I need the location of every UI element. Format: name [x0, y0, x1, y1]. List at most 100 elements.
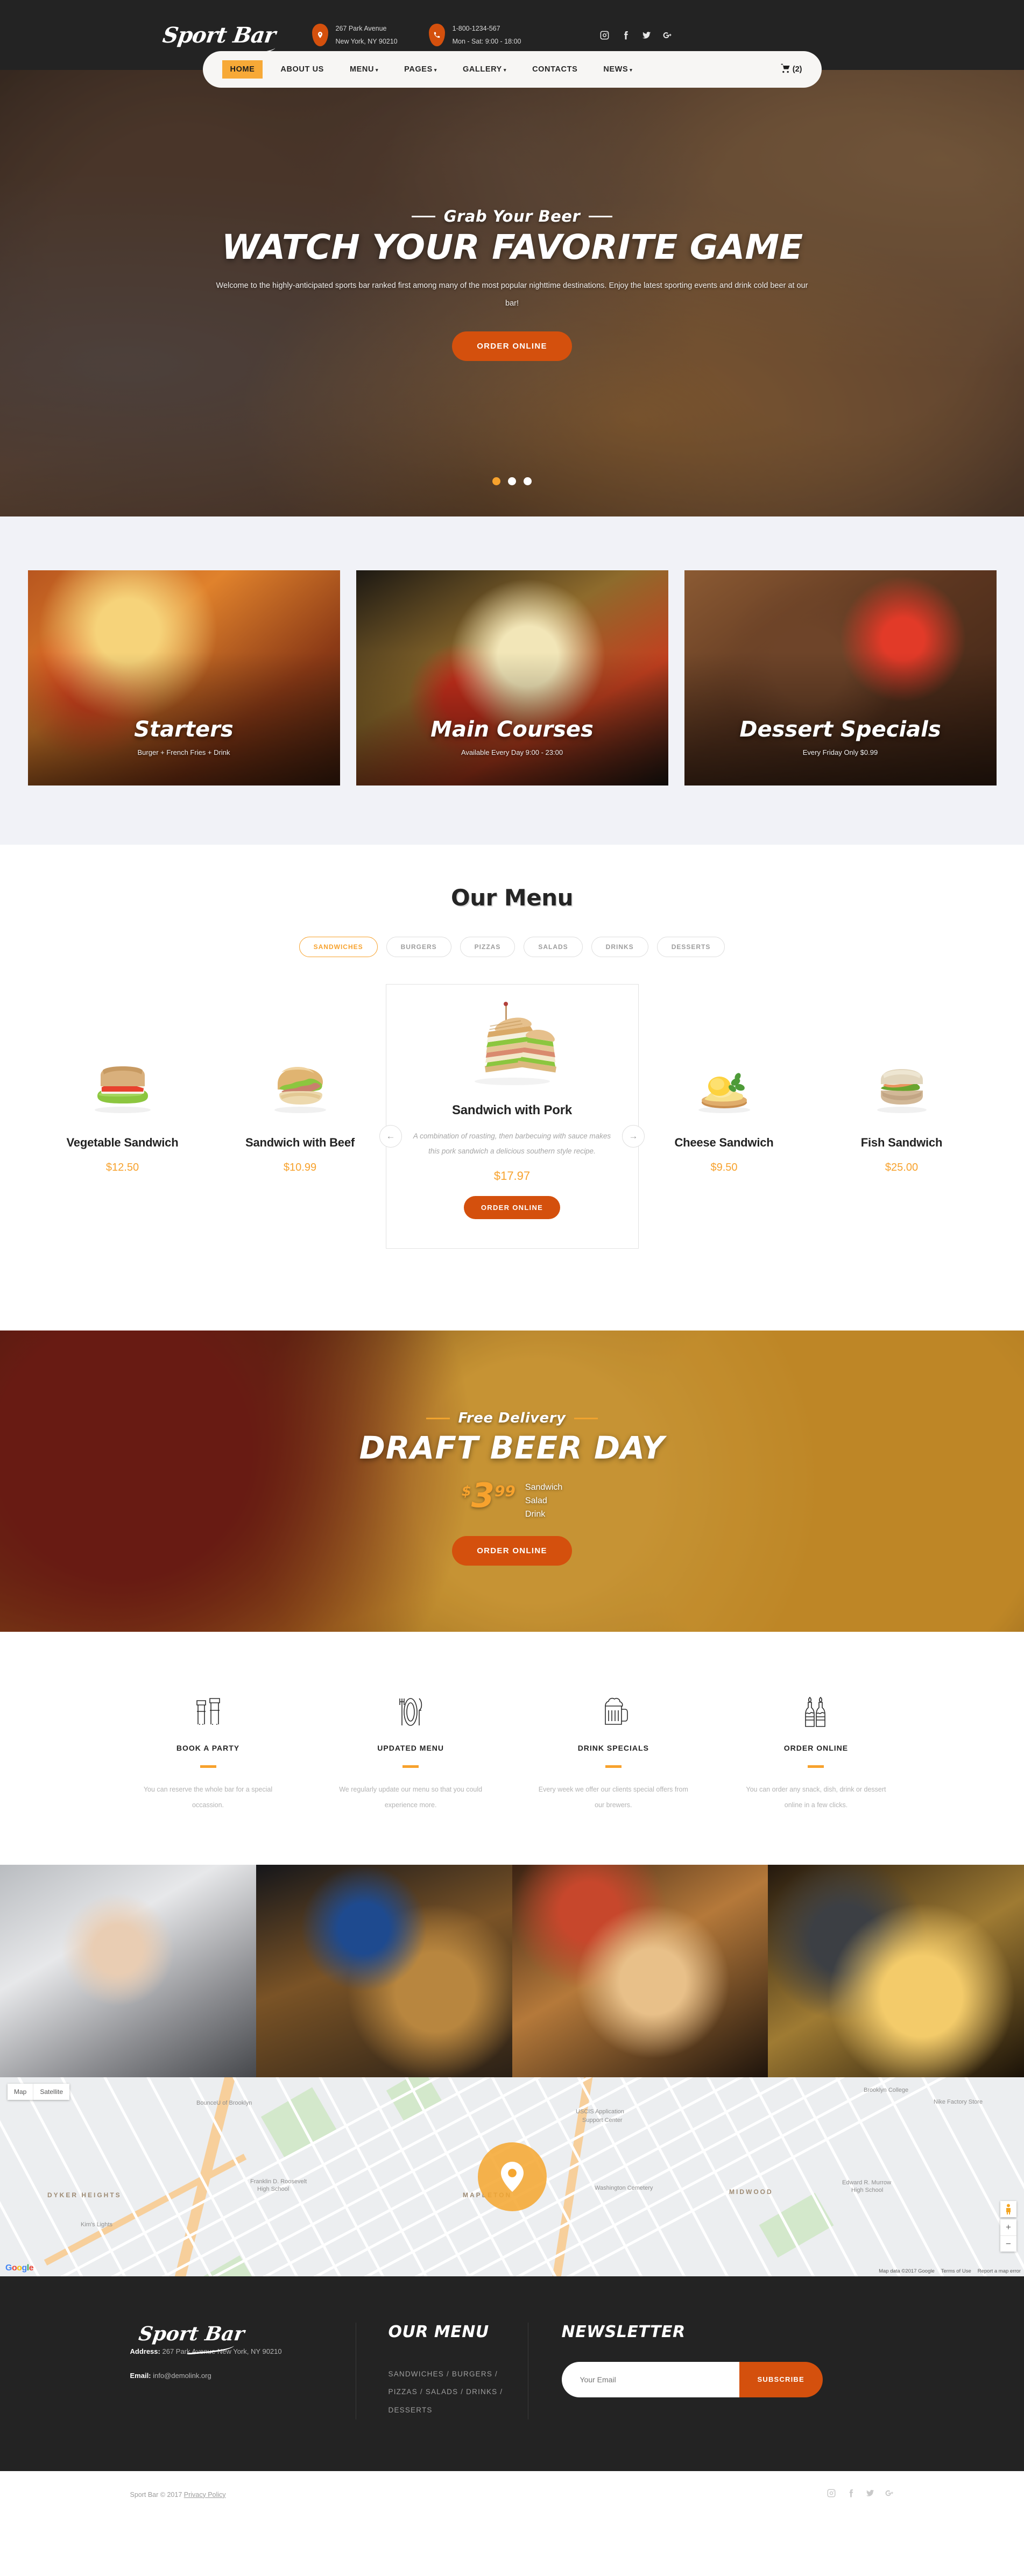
footer-link-burgers[interactable]: BURGERS — [452, 2370, 492, 2378]
nav-list: HOME ABOUT US MENU▾ PAGES▾ GALLERY▾ CONT… — [222, 60, 651, 79]
footer-link-salads[interactable]: SALADS — [426, 2388, 458, 2396]
footer-link-pizzas[interactable]: PIZZAS — [389, 2388, 418, 2396]
nav-item-home[interactable]: HOME — [222, 60, 273, 79]
address-line-1: 267 Park Avenue — [336, 25, 387, 32]
map-zoom-in-button[interactable]: + — [1000, 2219, 1016, 2235]
cart-button[interactable]: (2) — [780, 63, 802, 76]
header-address: 267 Park Avenue New York, NY 90210 — [312, 22, 398, 48]
nav-item-gallery[interactable]: GALLERY▾ — [455, 60, 524, 79]
footer-link-sandwiches[interactable]: SANDWICHES — [389, 2370, 444, 2378]
gallery-item-restaurant-interior[interactable] — [256, 1865, 512, 2077]
category-subtitle: Every Friday Only $0.99 — [803, 748, 878, 756]
map-type-toggle[interactable]: Map Satellite — [8, 2084, 69, 2100]
menu-item-featured[interactable]: Sandwich with Pork A combination of roas… — [386, 984, 639, 1249]
hero-eyebrow: Grab Your Beer — [412, 207, 613, 225]
map-poi-label: Edward R. Murrow — [842, 2179, 891, 2186]
feature-divider — [808, 1765, 824, 1768]
tab-sandwiches[interactable]: SANDWICHES — [299, 937, 378, 957]
bottles-icon — [738, 1690, 894, 1729]
tab-salads[interactable]: SALADS — [524, 937, 582, 957]
hero-slider: Grab Your Beer WATCH YOUR FAVORITE GAME … — [0, 70, 1024, 516]
footer-logo[interactable]: Sport Bar — [137, 2323, 246, 2345]
nav-item-news[interactable]: NEWS▾ — [595, 60, 650, 79]
carousel-next-button[interactable]: → — [622, 1125, 645, 1148]
map-poi-label: Nike Factory Store — [934, 2099, 983, 2105]
category-card-dessert-specials[interactable]: Dessert Specials Every Friday Only $0.99 — [684, 570, 997, 785]
promo-price-cents: 99 — [495, 1482, 515, 1500]
menu-item[interactable]: Sandwich with Beef $10.99 — [211, 984, 389, 1174]
chevron-down-icon: ▾ — [504, 67, 506, 73]
instagram-icon[interactable] — [827, 2488, 836, 2501]
gallery-item-sandwich-closeup[interactable] — [512, 1865, 768, 2077]
map-type-map[interactable]: Map — [8, 2084, 33, 2100]
nav-item-about-us[interactable]: ABOUT US — [272, 60, 342, 79]
map-zoom-out-button[interactable]: − — [1000, 2235, 1016, 2252]
gallery-item-chef-portrait[interactable] — [0, 1865, 256, 2077]
feature-order-online[interactable]: ORDER ONLINE You can order any snack, di… — [738, 1690, 894, 1813]
menu-item-price: $10.99 — [211, 1162, 389, 1174]
footer-email-label: Email: — [130, 2372, 151, 2380]
twitter-icon[interactable] — [640, 29, 652, 41]
slider-dot-3[interactable] — [524, 477, 532, 485]
map-poi-label: Franklin D. Roosevelt — [250, 2178, 307, 2185]
feature-updated-menu[interactable]: UPDATED MENU We regularly update our men… — [333, 1690, 489, 1813]
promo-eyebrow: Free Delivery — [426, 1410, 598, 1426]
promo-include-item: Drink — [525, 1508, 562, 1521]
fish-sandwich-image — [813, 1029, 991, 1115]
google-plus-icon[interactable] — [661, 29, 673, 41]
subscribe-button[interactable]: SUBSCRIBE — [739, 2362, 823, 2397]
map-poi-label: Support Center — [582, 2117, 623, 2124]
footer-menu-column: OUR MENU SANDWICHES / BURGERS / PIZZAS /… — [356, 2323, 528, 2419]
site-logo[interactable]: Sport Bar — [128, 23, 309, 48]
menu-item-order-online-button[interactable]: ORDER ONLINE — [464, 1196, 560, 1219]
tab-desserts[interactable]: DESSERTS — [657, 937, 725, 957]
footer-email-link[interactable]: info@demolink.org — [153, 2372, 211, 2380]
map-data-credit: Map data ©2017 Google — [879, 2268, 935, 2274]
google-plus-icon[interactable] — [885, 2488, 894, 2501]
feature-drink-specials[interactable]: DRINK SPECIALS Every week we offer our c… — [535, 1690, 691, 1813]
category-card-starters[interactable]: Starters Burger + French Fries + Drink — [28, 570, 340, 785]
pegman-icon[interactable] — [1000, 2201, 1016, 2217]
footer-link-drinks[interactable]: DRINKS — [466, 2388, 497, 2396]
footer-social-links — [827, 2488, 894, 2501]
tab-drinks[interactable]: DRINKS — [591, 937, 648, 957]
hero-paragraph: Welcome to the highly-anticipated sports… — [216, 277, 808, 313]
menu-item[interactable]: Vegetable Sandwich $12.50 — [34, 984, 211, 1174]
instagram-icon[interactable] — [598, 29, 610, 41]
menu-item[interactable]: Cheese Sandwich $9.50 — [635, 984, 813, 1174]
location-map[interactable]: BounceU of Brooklyn USCIS Application Su… — [0, 2077, 1024, 2276]
map-report-error-link[interactable]: Report a map error — [978, 2268, 1021, 2274]
promo-include-item: Salad — [525, 1495, 562, 1508]
slider-dot-2[interactable] — [508, 477, 516, 485]
category-card-main-courses[interactable]: Main Courses Available Every Day 9:00 - … — [356, 570, 668, 785]
menu-item-price: $25.00 — [813, 1162, 991, 1174]
tab-burgers[interactable]: BURGERS — [386, 937, 451, 957]
promo-order-online-button[interactable]: ORDER ONLINE — [452, 1536, 572, 1566]
tab-pizzas[interactable]: PIZZAS — [460, 937, 515, 957]
twitter-icon[interactable] — [865, 2488, 875, 2501]
gallery-item-beer-tap-pour[interactable] — [768, 1865, 1024, 2077]
menu-item[interactable]: Fish Sandwich $25.00 — [813, 984, 991, 1174]
nav-item-pages[interactable]: PAGES▾ — [396, 60, 455, 79]
footer-link-desserts[interactable]: DESSERTS — [389, 2406, 433, 2414]
category-subtitle: Available Every Day 9:00 - 23:00 — [461, 748, 563, 756]
map-zoom-controls[interactable]: + − — [1000, 2219, 1016, 2252]
map-terms-of-use-link[interactable]: Terms of Use — [941, 2268, 971, 2274]
carousel-prev-button[interactable]: ← — [379, 1125, 402, 1148]
cutlery-plate-icon — [333, 1690, 489, 1729]
feature-description: You can order any snack, dish, drink or … — [738, 1782, 894, 1813]
privacy-policy-link[interactable]: Privacy Policy — [184, 2491, 226, 2499]
newsletter-email-input[interactable] — [562, 2362, 739, 2397]
nav-item-menu[interactable]: MENU▾ — [342, 60, 396, 79]
header-phone: 1-800-1234-567 Mon - Sat: 9:00 - 18:00 — [429, 22, 521, 48]
nav-item-contacts[interactable]: CONTACTS — [524, 60, 595, 79]
facebook-icon[interactable] — [846, 2488, 856, 2501]
menu-item-price: $9.50 — [635, 1162, 813, 1174]
cart-count: (2) — [793, 65, 802, 74]
slider-dot-1[interactable] — [492, 477, 500, 485]
feature-book-a-party[interactable]: BOOK A PARTY You can reserve the whole b… — [130, 1690, 286, 1813]
footer-address-label: Address: — [130, 2347, 160, 2355]
map-type-satellite[interactable]: Satellite — [33, 2084, 69, 2100]
hero-order-online-button[interactable]: ORDER ONLINE — [452, 331, 572, 361]
facebook-icon[interactable] — [619, 29, 631, 41]
